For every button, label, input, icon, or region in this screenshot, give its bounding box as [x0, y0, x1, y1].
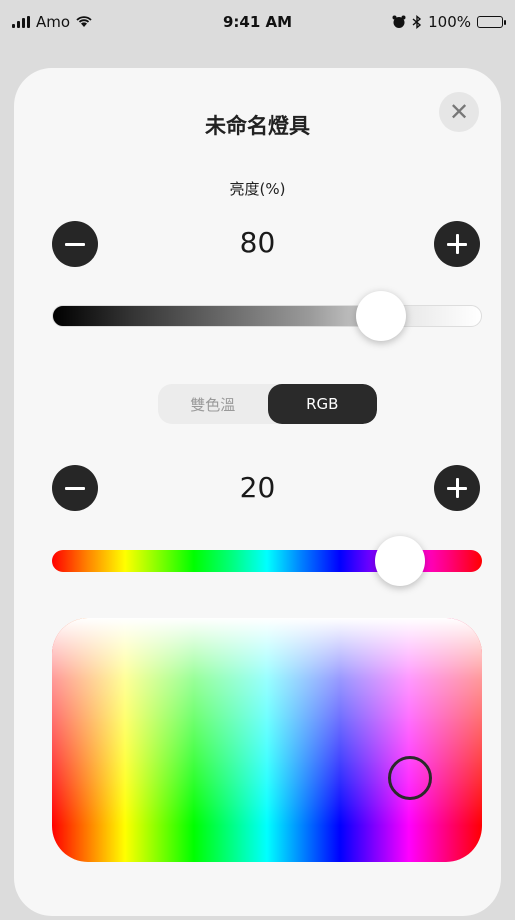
- mode-toggle[interactable]: 雙色溫 RGB: [158, 384, 377, 424]
- mode-option-dual-temp[interactable]: 雙色溫: [158, 384, 268, 424]
- light-control-sheet: 未命名燈具 ✕ 亮度(%) 80 雙色溫 RGB 20: [14, 68, 501, 916]
- mode-option-rgb[interactable]: RGB: [267, 384, 377, 424]
- brightness-slider-thumb[interactable]: [356, 291, 406, 341]
- color-picker-cursor[interactable]: [388, 756, 432, 800]
- status-left: Amo: [12, 13, 92, 31]
- signal-icon: [12, 16, 30, 28]
- brightness-increase-button[interactable]: [434, 221, 480, 267]
- alarm-icon: [392, 15, 406, 28]
- status-bar: Amo 9:41 AM 100%: [0, 0, 515, 44]
- status-time: 9:41 AM: [222, 13, 293, 31]
- carrier-name: Amo: [36, 13, 71, 31]
- brightness-slider[interactable]: [52, 305, 482, 327]
- hue-increase-button[interactable]: [434, 465, 480, 511]
- brightness-label: 亮度(%): [229, 180, 286, 198]
- color-picker-pad[interactable]: [52, 618, 482, 862]
- close-icon: ✕: [448, 98, 470, 126]
- hue-value: 20: [239, 471, 276, 504]
- hue-slider-thumb[interactable]: [375, 536, 425, 586]
- bluetooth-icon: [412, 15, 422, 29]
- battery-icon: [477, 16, 506, 28]
- wifi-icon: [76, 16, 92, 27]
- brightness-value: 80: [239, 226, 276, 259]
- status-right: 100%: [392, 13, 506, 31]
- battery-percent: 100%: [428, 13, 471, 31]
- sheet-title: 未命名燈具: [205, 114, 310, 138]
- close-button[interactable]: ✕: [439, 92, 479, 132]
